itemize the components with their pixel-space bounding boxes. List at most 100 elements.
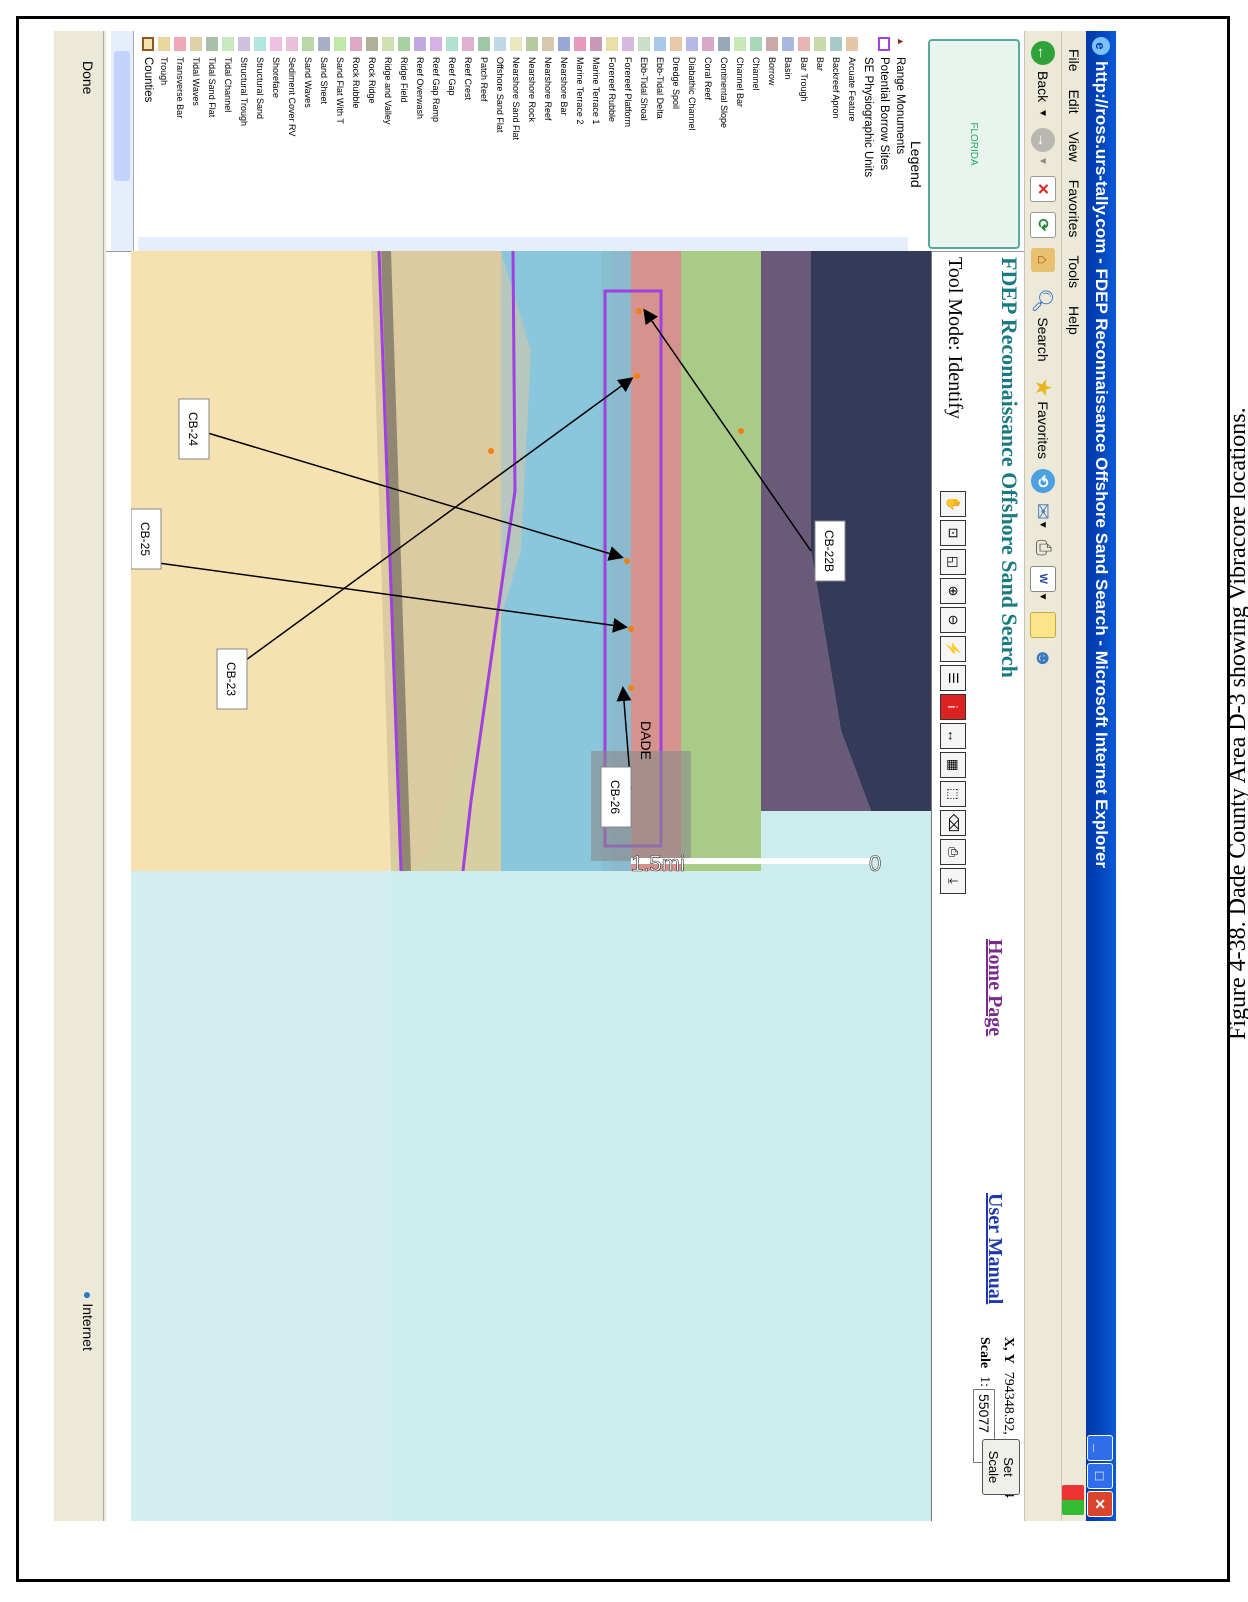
status-zone: ● Internet — [80, 1291, 96, 1351]
legend-swatch — [238, 37, 250, 51]
menu-edit[interactable]: Edit — [1066, 90, 1082, 114]
menu-favorites[interactable]: Favorites — [1066, 180, 1082, 238]
callout-label: CB-24 — [186, 412, 200, 446]
close-button[interactable]: ✕ — [1087, 1491, 1113, 1517]
legend-item: Nearshore Reef — [540, 37, 556, 237]
legend-item: Diabathic Channel — [684, 37, 700, 237]
legend-swatch — [638, 37, 650, 51]
stop-button[interactable]: ✕ — [1030, 175, 1056, 202]
back-button[interactable]: ← Back ▼ — [1031, 41, 1055, 118]
zoom-previous-tool-icon[interactable]: ◱ — [940, 549, 966, 575]
edit-button[interactable]: W ▼ — [1030, 565, 1056, 602]
legend-horizontal-scrollbar[interactable] — [111, 31, 134, 251]
ie-icon: e — [1092, 37, 1110, 55]
legend-label: Reef Gap — [447, 57, 457, 96]
vibracore-cb-26[interactable] — [628, 685, 634, 691]
legend-swatch — [846, 37, 858, 51]
search-button[interactable]: 🔍︎ Search — [1031, 288, 1056, 362]
legend-item: Sand Waves — [300, 37, 316, 237]
zoom-in-tool-icon[interactable]: ⊕ — [940, 578, 966, 604]
vibracore-cb-22b[interactable] — [636, 308, 642, 314]
legend-label: Ridge and Valley — [383, 57, 393, 125]
vibracore-inshore[interactable] — [488, 448, 494, 454]
minimize-button[interactable]: _ — [1087, 1435, 1113, 1461]
legend-item: Transverse Bar — [172, 37, 188, 237]
legend-item: Structural Trough — [236, 37, 252, 237]
home-page-link[interactable]: Home Page — [983, 939, 1006, 1036]
legend-label: Diabathic Channel — [687, 57, 697, 131]
identify-tool-icon[interactable]: i — [940, 694, 966, 720]
menu-tools[interactable]: Tools — [1066, 255, 1082, 288]
vibracore-offshore[interactable] — [738, 428, 744, 434]
legend-item: Reef Overwash — [412, 37, 428, 237]
query-tool-icon[interactable]: ☰ — [940, 665, 966, 691]
vibracore-cb-23[interactable] — [634, 373, 640, 379]
vibracore-cb-25[interactable] — [628, 626, 634, 632]
notes-button[interactable] — [1030, 611, 1056, 638]
legend-swatch: ▲ — [896, 37, 906, 46]
pan-tool-icon[interactable]: ✋ — [940, 491, 966, 517]
legend-swatch — [574, 37, 586, 51]
sand-sheet-unit — [681, 251, 761, 871]
legend-label: Ebb-Tidal Shoal — [639, 57, 649, 121]
hotlink-tool-icon[interactable]: ⚡ — [940, 636, 966, 662]
map-tools: ✋ ⊡ ◱ ⊕ ⊖ ⚡ ☰ i ↔ ▦ ⬚ ⌫ ⎙ ⤓ — [940, 491, 966, 894]
zoom-out-tool-icon[interactable]: ⊖ — [940, 607, 966, 633]
legend-label: Range Monuments — [894, 57, 906, 155]
legend-item: Nearshore Rock — [524, 37, 540, 237]
xy-label: X, Y — [1001, 1337, 1016, 1364]
legend-item: ▲ Range Monuments — [892, 37, 908, 237]
map-canvas[interactable]: DADE 0 1.5mi CB-22B CB-23 CB-24 CB-25 CB… — [131, 251, 931, 1521]
history-button[interactable]: ⟲ — [1031, 469, 1055, 493]
export-tool-icon[interactable]: ⤓ — [940, 868, 966, 894]
app-header: FDEP Reconnaissance Offshore Sand Search… — [932, 251, 1024, 1521]
measure-tool-icon[interactable]: ↔ — [940, 723, 966, 749]
legend-label: Sand Waves — [303, 57, 313, 108]
legend-label: Ridge Field — [399, 57, 409, 103]
legend-swatch — [510, 37, 522, 51]
legend-swatch — [366, 37, 378, 51]
legend-item: SE Physiographic Units — [860, 37, 876, 237]
legend-swatch — [766, 37, 778, 51]
legend-list: ▲ Range Monuments Potential Borrow Sites SE… — [138, 37, 908, 237]
callout-label: CB-23 — [224, 662, 238, 696]
map-view[interactable]: DADE 0 1.5mi CB-22B CB-23 CB-24 CB-25 CB… — [131, 251, 932, 1521]
print-button[interactable]: ⎙ — [1032, 540, 1055, 556]
logo-text: FLORIDA — [968, 122, 980, 166]
legend-label: Marine Terrace 2 — [575, 57, 585, 125]
forward-button[interactable]: → ▼ — [1031, 128, 1055, 166]
menu-help[interactable]: Help — [1066, 306, 1082, 335]
select-tool-icon[interactable]: ⬚ — [940, 781, 966, 807]
favorites-button[interactable]: ★ Favorites — [1030, 378, 1056, 459]
maximize-button[interactable]: □ — [1087, 1463, 1113, 1489]
legend-item: Ebb-Tidal Delta — [652, 37, 668, 237]
legend-label: Nearshore Reef — [543, 57, 553, 121]
page: FLORIDA Legend ▲ Range Monuments Potential… — [106, 31, 1024, 1521]
zoom-extent-tool-icon[interactable]: ⊡ — [940, 520, 966, 546]
menu-view[interactable]: View — [1066, 132, 1082, 162]
tool-mode: Tool Mode: Identify — [944, 257, 966, 419]
home-button[interactable]: ⌂ — [1031, 247, 1055, 272]
callout-cb-22b: CB-22B — [814, 520, 846, 582]
scroll-thumb[interactable] — [114, 51, 130, 181]
table-tool-icon[interactable]: ▦ — [940, 752, 966, 778]
set-scale-button[interactable]: Set Scale — [982, 1439, 1020, 1495]
mail-button[interactable]: ✉ ▼ — [1031, 503, 1056, 530]
messenger-button[interactable]: ☻ — [1032, 648, 1055, 669]
print-tool-icon[interactable]: ⎙ — [940, 839, 966, 865]
menu-file[interactable]: File — [1066, 49, 1082, 72]
legend-label: Channel Bar — [735, 57, 745, 108]
forward-arrow-icon: → — [1031, 128, 1055, 153]
zone-label: Internet — [80, 1303, 96, 1351]
legend-label: Basin — [783, 57, 793, 80]
legend-item: Nearshore Bar — [556, 37, 572, 237]
app-title: FDEP Reconnaissance Offshore Sand Search — [997, 257, 1022, 678]
refresh-button[interactable]: ⟳ — [1030, 211, 1056, 238]
legend-item: Bar Trough — [796, 37, 812, 237]
legend-swatch — [222, 37, 234, 51]
vibracore-cb-24[interactable] — [624, 558, 630, 564]
legend-vertical-scrollbar[interactable] — [138, 237, 908, 251]
clear-tool-icon[interactable]: ⌫ — [940, 810, 966, 836]
user-manual-link[interactable]: User Manual — [983, 1193, 1006, 1304]
mail-icon: ✉ — [1031, 503, 1054, 520]
